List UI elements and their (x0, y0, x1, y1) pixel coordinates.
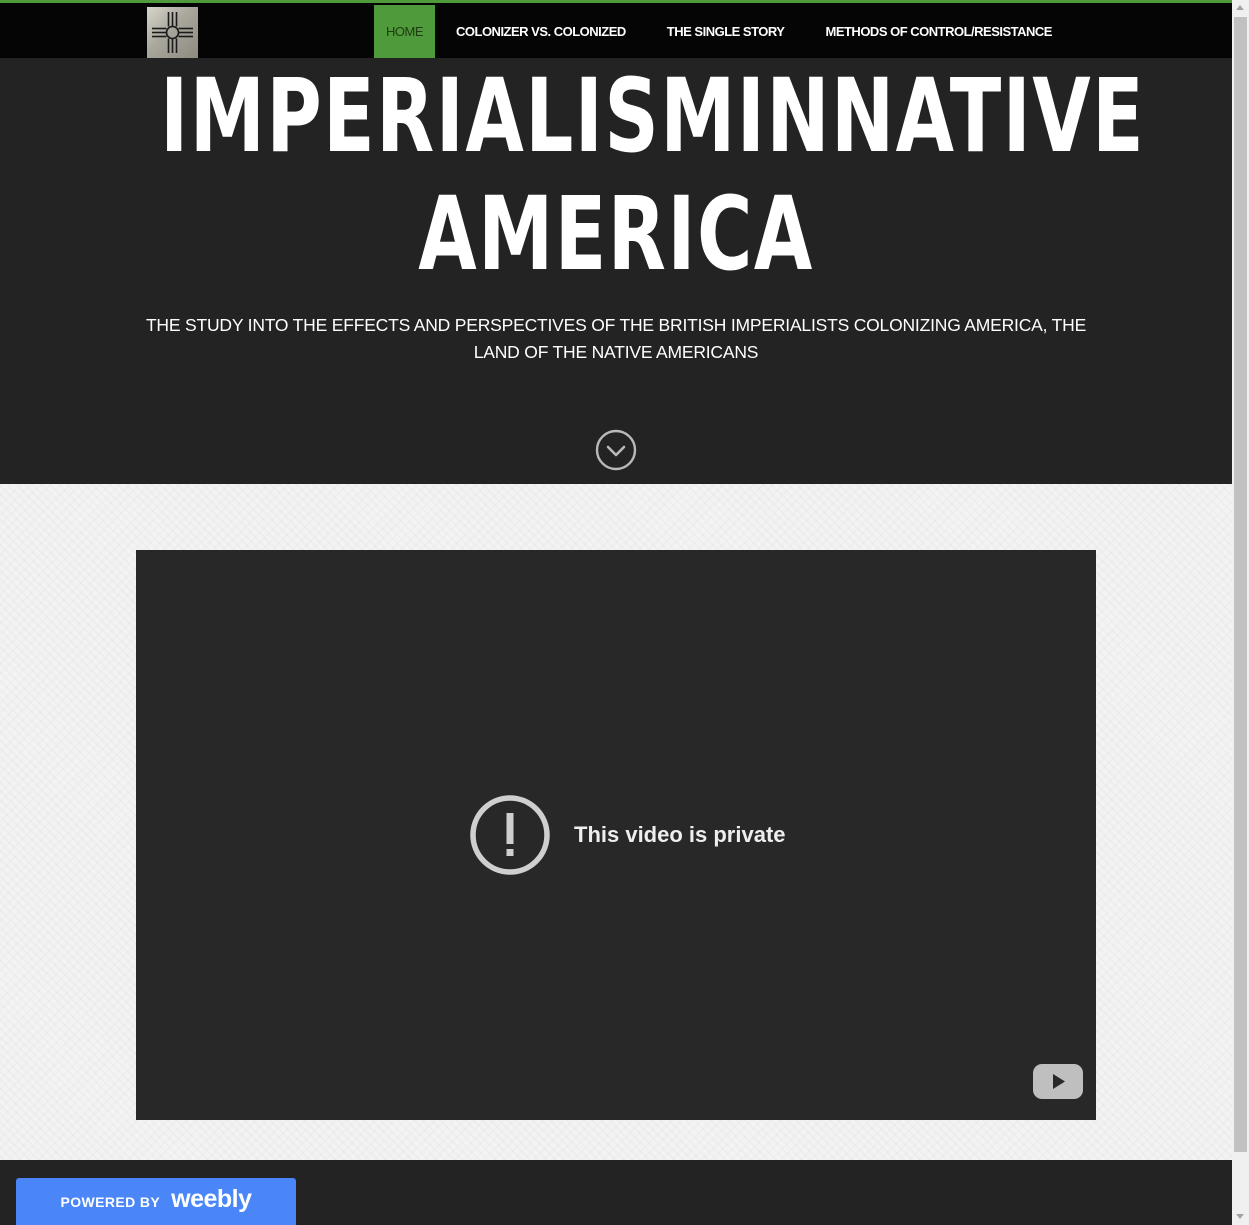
page-title: IMPERIALISMINNATIVE AMERICA (160, 57, 1146, 294)
vertical-scrollbar[interactable] (1232, 0, 1249, 1225)
nav-item-the-single-story[interactable]: THE SINGLE STORY (646, 5, 805, 58)
powered-by-weebly-badge[interactable]: POWERED BY weebly (16, 1178, 296, 1225)
scrollbar-thumb[interactable] (1234, 17, 1247, 1152)
site-logo[interactable] (147, 7, 198, 58)
scroll-up-arrow-icon[interactable] (1236, 5, 1244, 10)
scroll-down-arrow-icon[interactable] (1236, 1214, 1244, 1219)
weebly-brand-logo: weebly (171, 1185, 252, 1213)
zia-sun-symbol-icon (152, 12, 193, 53)
scroll-down-button[interactable] (595, 429, 637, 471)
video-status-message: This video is private (574, 822, 786, 847)
page-title-line-2: AMERICA (418, 175, 814, 294)
page: HOME COLONIZER VS. COLONIZED THE SINGLE … (0, 0, 1232, 1225)
main-nav: HOME COLONIZER VS. COLONIZED THE SINGLE … (374, 5, 1072, 58)
nav-item-home[interactable]: HOME (374, 5, 435, 58)
nav-item-colonizer-vs-colonized[interactable]: COLONIZER VS. COLONIZED (435, 5, 646, 58)
video-embed[interactable]: This video is private (136, 550, 1096, 1120)
youtube-logo-button[interactable] (1032, 1063, 1084, 1100)
page-subtitle: THE STUDY INTO THE EFFECTS AND PERSPECTI… (145, 315, 1087, 362)
hero-banner: IMPERIALISMINNATIVE AMERICA THE STUDY IN… (0, 58, 1232, 484)
exclamation-circle-icon (470, 795, 550, 875)
page-title-line-1: IMPERIALISMINNATIVE (160, 57, 1146, 176)
chevron-down-circle-icon (595, 429, 637, 471)
navbar: HOME COLONIZER VS. COLONIZED THE SINGLE … (0, 3, 1232, 58)
nav-item-methods-of-control-resistance[interactable]: METHODS OF CONTROL/RESISTANCE (804, 5, 1071, 58)
powered-by-label: POWERED BY (60, 1193, 161, 1210)
youtube-play-icon (1033, 1064, 1083, 1099)
